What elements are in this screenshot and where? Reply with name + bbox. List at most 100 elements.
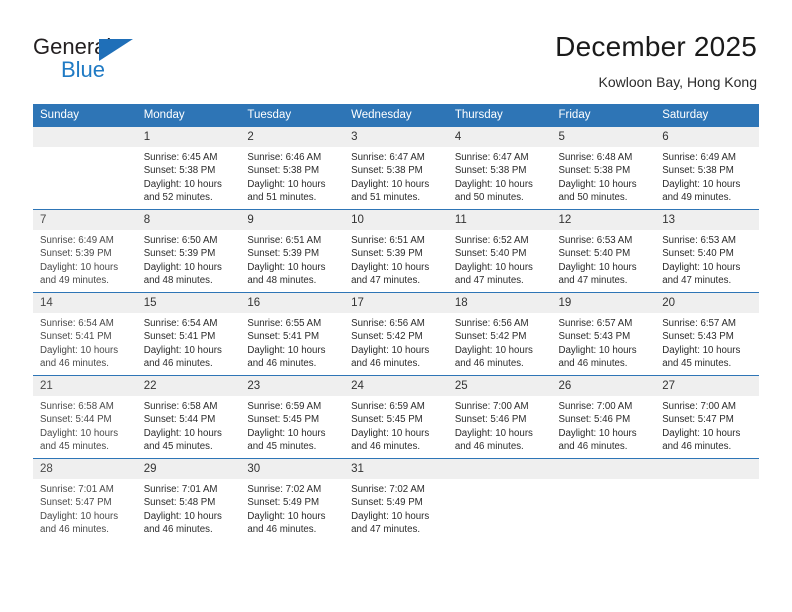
calendar-day-cell[interactable]: 16 Sunrise: 6:55 AM Sunset: 5:41 PM Dayligh… (240, 292, 345, 376)
calendar-day-cell[interactable]: 11 Sunrise: 6:52 AM Sunset: 5:40 PM Dayligh… (447, 209, 552, 293)
day-number: 9 (240, 210, 345, 230)
calendar-day-cell[interactable]: 20 Sunrise: 6:57 AM Sunset: 5:43 PM Dayligh… (655, 292, 759, 376)
daylight-text-line1: Daylight: 10 hours (454, 427, 533, 439)
calendar-day-cell[interactable]: 26 Sunrise: 7:00 AM Sunset: 5:46 PM Dayligh… (551, 375, 656, 459)
sunrise-text: Sunrise: 6:51 AM (351, 235, 425, 246)
day-number: 24 (344, 376, 448, 396)
sunrise-text: Sunrise: 6:49 AM (40, 235, 114, 246)
daylight-text-line2: and 46 minutes. (454, 441, 524, 453)
calendar-day-cell[interactable]: 5 Sunrise: 6:48 AM Sunset: 5:38 PM Daylight… (551, 126, 656, 210)
daylight-text-line2: and 48 minutes. (247, 275, 317, 287)
day-number: 29 (136, 459, 241, 479)
sunset-text: Sunset: 5:45 PM (247, 414, 320, 426)
sunset-text: Sunset: 5:38 PM (143, 165, 216, 177)
sunrise-text: Sunrise: 6:48 AM (558, 152, 633, 163)
day-details (448, 479, 552, 541)
calendar-day-cell[interactable]: 24 Sunrise: 6:59 AM Sunset: 5:45 PM Dayligh… (344, 375, 448, 459)
sunrise-text: Sunrise: 6:56 AM (351, 318, 425, 329)
calendar-day-cell-empty (655, 458, 759, 541)
sunset-text: Sunset: 5:38 PM (558, 165, 631, 177)
calendar-day-cell[interactable]: 7 Sunrise: 6:49 AM Sunset: 5:39 PM Daylight… (33, 209, 137, 293)
calendar-day-cell[interactable]: 2 Sunrise: 6:46 AM Sunset: 5:38 PM Daylight… (240, 126, 345, 210)
sunset-text: Sunset: 5:42 PM (454, 331, 527, 343)
calendar-day-cell[interactable]: 21 Sunrise: 6:58 AM Sunset: 5:44 PM Dayligh… (33, 375, 137, 459)
calendar-day-cell[interactable]: 3 Sunrise: 6:47 AM Sunset: 5:38 PM Daylight… (344, 126, 448, 210)
sunset-text: Sunset: 5:41 PM (247, 331, 320, 343)
day-number (447, 459, 552, 479)
calendar-day-cell[interactable]: 6 Sunrise: 6:49 AM Sunset: 5:38 PM Daylight… (655, 126, 759, 210)
daylight-text-line1: Daylight: 10 hours (558, 427, 637, 439)
daylight-text-line2: and 52 minutes. (143, 192, 213, 204)
day-details: Sunrise: 6:57 AM Sunset: 5:43 PM Daylight:… (552, 313, 656, 375)
sunrise-text: Sunrise: 6:52 AM (454, 235, 529, 246)
sunset-text: Sunset: 5:49 PM (247, 497, 320, 509)
sunrise-text: Sunrise: 6:59 AM (351, 401, 425, 412)
sunset-text: Sunset: 5:44 PM (40, 414, 112, 426)
day-details: Sunrise: 6:48 AM Sunset: 5:38 PM Daylight:… (552, 147, 656, 209)
daylight-text-line1: Daylight: 10 hours (351, 344, 430, 356)
day-details (552, 479, 656, 541)
calendar-day-cell[interactable]: 27 Sunrise: 7:00 AM Sunset: 5:47 PM Dayligh… (655, 375, 759, 459)
day-details: Sunrise: 6:49 AM Sunset: 5:38 PM Daylight:… (655, 147, 759, 209)
calendar-day-cell[interactable]: 13 Sunrise: 6:53 AM Sunset: 5:40 PM Dayligh… (655, 209, 759, 293)
calendar-day-cell[interactable]: 19 Sunrise: 6:57 AM Sunset: 5:43 PM Dayligh… (551, 292, 656, 376)
calendar-day-cell[interactable]: 8 Sunrise: 6:50 AM Sunset: 5:39 PM Daylight… (136, 209, 241, 293)
daylight-text-line1: Daylight: 10 hours (247, 344, 326, 356)
day-number: 20 (655, 293, 759, 313)
sunset-text: Sunset: 5:43 PM (662, 331, 734, 343)
calendar-day-cell[interactable]: 22 Sunrise: 6:58 AM Sunset: 5:44 PM Dayligh… (136, 375, 241, 459)
daylight-text-line1: Daylight: 10 hours (143, 427, 222, 439)
sunrise-text: Sunrise: 6:54 AM (143, 318, 218, 329)
calendar-day-cell[interactable]: 18 Sunrise: 6:56 AM Sunset: 5:42 PM Dayligh… (447, 292, 552, 376)
calendar-day-cell[interactable]: 14 Sunrise: 6:54 AM Sunset: 5:41 PM Dayligh… (33, 292, 137, 376)
general-blue-logo[interactable]: General Blue (33, 34, 203, 84)
sunset-text: Sunset: 5:40 PM (662, 248, 734, 260)
day-number: 18 (447, 293, 552, 313)
day-details: Sunrise: 6:59 AM Sunset: 5:45 PM Daylight:… (240, 396, 344, 458)
calendar-day-cell[interactable]: 4 Sunrise: 6:47 AM Sunset: 5:38 PM Daylight… (447, 126, 552, 210)
sunrise-text: Sunrise: 7:01 AM (143, 484, 218, 495)
sunset-text: Sunset: 5:40 PM (454, 248, 527, 260)
weekday-header-thursday: Thursday (447, 104, 552, 127)
day-details: Sunrise: 6:53 AM Sunset: 5:40 PM Daylight:… (552, 230, 656, 292)
daylight-text-line2: and 51 minutes. (351, 192, 421, 204)
weekday-header-monday: Monday (136, 104, 241, 127)
calendar-day-cell[interactable]: 12 Sunrise: 6:53 AM Sunset: 5:40 PM Dayligh… (551, 209, 656, 293)
calendar-day-cell[interactable]: 31 Sunrise: 7:02 AM Sunset: 5:49 PM Dayligh… (344, 458, 448, 541)
sunset-text: Sunset: 5:38 PM (351, 165, 423, 177)
calendar-day-cell[interactable]: 30 Sunrise: 7:02 AM Sunset: 5:49 PM Dayligh… (240, 458, 345, 541)
daylight-text-line1: Daylight: 10 hours (662, 427, 741, 439)
calendar-day-cell[interactable]: 23 Sunrise: 6:59 AM Sunset: 5:45 PM Dayligh… (240, 375, 345, 459)
sunset-text: Sunset: 5:38 PM (247, 165, 320, 177)
calendar-day-cell[interactable]: 9 Sunrise: 6:51 AM Sunset: 5:39 PM Daylight… (240, 209, 345, 293)
sunrise-text: Sunrise: 6:55 AM (247, 318, 322, 329)
calendar-day-cell[interactable]: 17 Sunrise: 6:56 AM Sunset: 5:42 PM Dayligh… (344, 292, 448, 376)
day-details: Sunrise: 6:50 AM Sunset: 5:39 PM Daylight:… (137, 230, 241, 292)
day-number: 31 (344, 459, 448, 479)
daylight-text-line2: and 46 minutes. (351, 358, 421, 370)
calendar-day-cell[interactable]: 25 Sunrise: 7:00 AM Sunset: 5:46 PM Dayligh… (447, 375, 552, 459)
day-number: 23 (240, 376, 345, 396)
sunset-text: Sunset: 5:46 PM (558, 414, 631, 426)
daylight-text-line1: Daylight: 10 hours (40, 344, 119, 356)
sunset-text: Sunset: 5:47 PM (662, 414, 734, 426)
day-details: Sunrise: 7:01 AM Sunset: 5:48 PM Daylight:… (137, 479, 241, 541)
sunrise-sunset-calendar: Sunday Monday Tuesday Wednesday Thursday… (33, 104, 759, 541)
sunrise-text: Sunrise: 6:57 AM (558, 318, 633, 329)
day-number: 22 (136, 376, 241, 396)
day-details: Sunrise: 6:54 AM Sunset: 5:41 PM Daylight:… (137, 313, 241, 375)
day-number: 11 (447, 210, 552, 230)
day-details: Sunrise: 6:47 AM Sunset: 5:38 PM Daylight:… (344, 147, 448, 209)
calendar-day-cell[interactable]: 1 Sunrise: 6:45 AM Sunset: 5:38 PM Daylight… (136, 126, 241, 210)
sunset-text: Sunset: 5:40 PM (558, 248, 631, 260)
calendar-day-cell[interactable]: 10 Sunrise: 6:51 AM Sunset: 5:39 PM Dayligh… (344, 209, 448, 293)
day-number: 12 (551, 210, 656, 230)
calendar-day-cell[interactable]: 28 Sunrise: 7:01 AM Sunset: 5:47 PM Dayligh… (33, 458, 137, 541)
calendar-day-cell[interactable]: 29 Sunrise: 7:01 AM Sunset: 5:48 PM Dayligh… (136, 458, 241, 541)
calendar-week-row: 1 Sunrise: 6:45 AM Sunset: 5:38 PM Daylight… (33, 126, 759, 210)
sunrise-text: Sunrise: 6:47 AM (454, 152, 529, 163)
day-number: 16 (240, 293, 345, 313)
day-number: 15 (136, 293, 241, 313)
daylight-text-line1: Daylight: 10 hours (40, 427, 119, 439)
calendar-day-cell[interactable]: 15 Sunrise: 6:54 AM Sunset: 5:41 PM Dayligh… (136, 292, 241, 376)
